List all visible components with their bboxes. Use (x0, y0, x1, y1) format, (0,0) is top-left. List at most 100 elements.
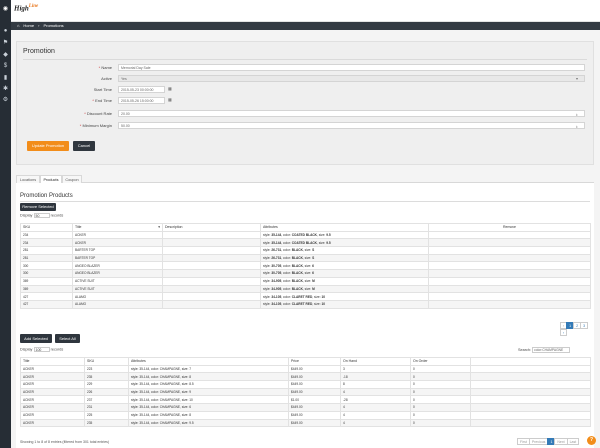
table-row[interactable]: 300 ANGEO BLAZER style: 30-705, color: BLA… (20, 269, 591, 278)
sort-icon[interactable]: ▾ (158, 225, 160, 229)
gear-icon[interactable]: ⚙ (2, 97, 9, 104)
table-row[interactable]: 427 ALAMO style: 34-105, color: CLARET RED… (20, 299, 591, 309)
add-selected-button[interactable]: Add Selected (20, 334, 52, 343)
spinner-icon[interactable]: ⇕ (575, 112, 578, 118)
home-icon[interactable]: ⌂ (17, 23, 19, 28)
action-cell[interactable] (470, 372, 591, 382)
attributes-cell: style: 35-144, color: CHAMPAGNE, size: 6 (128, 403, 289, 412)
table-row[interactable]: 369 ACTIVE SUIT style: 34-905, color: BLAC… (20, 284, 591, 294)
calendar-icon[interactable]: ▦ (168, 97, 172, 102)
logo[interactable]: HighLine (14, 4, 38, 12)
remove-cell[interactable] (428, 261, 591, 271)
table-row[interactable]: 427 ALAMO style: 34-105, color: CLARET RED… (20, 292, 591, 301)
column-header-attributes[interactable]: Attributes (260, 223, 429, 232)
dashboard-icon[interactable]: ◉ (2, 6, 9, 13)
table-row[interactable]: 300 ANGEO BLAZER style: 30-705, color: BLA… (20, 261, 591, 271)
title-cell: ACKER (20, 395, 85, 405)
table-row[interactable]: ACKER 235 style: 35-144, color: CHAMPAGNE,… (20, 418, 591, 428)
remove-cell[interactable] (428, 276, 591, 286)
column-header-sku[interactable]: SKU (20, 223, 73, 232)
description-cell (162, 238, 261, 248)
on-order-cell: 0 (410, 364, 471, 374)
column-header-on-order[interactable]: On Order (410, 357, 471, 366)
chart-icon[interactable]: ▮ (2, 75, 9, 82)
action-cell[interactable] (470, 387, 591, 397)
column-header-description[interactable]: Description (162, 223, 261, 232)
name-field[interactable]: Memorial Day Sale (118, 64, 585, 71)
column-header-remove[interactable]: Remove (428, 223, 591, 232)
dollar-icon[interactable]: $ (2, 63, 9, 70)
promotion-form: Promotion * Name Memorial Day Sale Activ… (16, 41, 594, 165)
remove-cell[interactable] (428, 230, 591, 240)
help-icon[interactable]: ? (587, 436, 596, 445)
remove-cell[interactable] (428, 299, 591, 309)
divider (20, 201, 590, 202)
minimum-margin-value: 50.00 (121, 124, 130, 128)
action-cell[interactable] (470, 403, 591, 412)
attributes-cell: style: 35-144, color: CHAMPAGNE, size: 7 (128, 364, 289, 374)
tag-icon[interactable]: ◆ (2, 52, 9, 59)
breadcrumb-home[interactable]: Home (23, 23, 34, 28)
remove-cell[interactable] (428, 253, 591, 263)
cancel-button[interactable]: Cancel (73, 141, 95, 151)
select-all-button[interactable]: Select All (55, 334, 80, 343)
column-header-attributes[interactable]: Attributes (128, 357, 289, 366)
settings-icon[interactable]: ✱ (2, 86, 9, 93)
table-row[interactable]: ACKER 223 style: 35-144, color: CHAMPAGNE,… (20, 364, 591, 374)
table-row[interactable]: 281 BARTER TOP style: 26-731, color: BLACK… (20, 253, 591, 263)
remove-cell[interactable] (428, 238, 591, 248)
active-select[interactable]: Yes ▾ (118, 75, 585, 82)
table-row[interactable]: ACKER 226 style: 35-144, color: CHAMPAGNE,… (20, 387, 591, 397)
spinner-icon[interactable]: ⇕ (575, 124, 578, 130)
action-cell[interactable] (470, 380, 591, 389)
remove-cell[interactable] (428, 246, 591, 255)
table-row[interactable]: 281 BARTER TOP style: 26-731, color: BLACK… (20, 246, 591, 255)
last-page-button[interactable]: Last (566, 438, 580, 445)
next-page-button[interactable]: › (560, 329, 568, 336)
page-3-button[interactable]: 3 (580, 322, 589, 329)
remove-selected-button[interactable]: Remove Selected (20, 203, 56, 211)
end-time-field[interactable]: 2015-05-26 15:00:00 (118, 97, 165, 104)
title-cell: BARTER TOP (72, 246, 163, 255)
table-row[interactable]: ACKER 229 style: 35-144, color: CHAMPAGNE,… (20, 380, 591, 389)
remove-cell[interactable] (428, 284, 591, 294)
search-input[interactable]: color:CHAMPAGNE (532, 347, 571, 353)
previous-page-button[interactable]: Previous (528, 438, 549, 445)
action-cell[interactable] (470, 410, 591, 420)
column-header-title[interactable]: Title ▾ (72, 223, 163, 232)
required-mark: * (92, 98, 94, 103)
action-cell[interactable] (470, 418, 591, 428)
users-icon[interactable]: ⚑ (2, 40, 9, 47)
column-header-sku[interactable]: SKU (84, 357, 129, 366)
color-value: BLACK (291, 248, 303, 253)
table-row[interactable]: 234 ACKER style: 35-144, color: COATED BLA… (20, 230, 591, 240)
table-row[interactable]: ACKER 237 style: 35-144, color: CHAMPAGNE,… (20, 395, 591, 405)
tab-coupon[interactable]: Coupon (62, 175, 82, 183)
discount-rate-field[interactable]: 20.00 ⇕ (118, 110, 585, 117)
table-row[interactable]: ACKER 235 style: 35-144, color: CHAMPAGNE,… (20, 372, 591, 382)
calendar-icon[interactable]: ▦ (168, 86, 172, 91)
remove-cell[interactable] (428, 292, 591, 301)
table-row[interactable]: ACKER 231 style: 35-144, color: CHAMPAGNE,… (20, 403, 591, 412)
start-time-field[interactable]: 2015-05-23 00:00:00 (118, 86, 165, 93)
action-cell[interactable] (470, 395, 591, 405)
column-header-on-hand[interactable]: On Hand (340, 357, 411, 366)
column-header-price[interactable]: Price (288, 357, 341, 366)
update-promotion-button[interactable]: Update Promotion (27, 141, 69, 151)
column-header-title[interactable]: Title (20, 357, 85, 366)
remove-cell[interactable] (428, 269, 591, 278)
tab-locations[interactable]: Locations (16, 175, 40, 183)
table-row[interactable]: 369 ACTIVE SUIT style: 34-905, color: BLAC… (20, 276, 591, 286)
start-time-label: Start Time (93, 87, 112, 92)
user-icon[interactable]: ● (2, 28, 9, 35)
action-cell[interactable] (470, 364, 591, 374)
title-cell: ALAMO (72, 292, 163, 301)
page-length-select[interactable]: 50 (33, 213, 50, 218)
minimum-margin-field[interactable]: 50.00 ⇕ (118, 122, 585, 129)
on-hand-cell: 4 (340, 403, 411, 412)
table-row[interactable]: ACKER 225 style: 35-144, color: CHAMPAGNE,… (20, 410, 591, 420)
column-header-action (470, 357, 591, 366)
style-value: 35-144 (271, 233, 282, 238)
table-row[interactable]: 234 ACKER style: 35-144, color: COATED BLA… (20, 238, 591, 248)
page-length-select[interactable]: 100 (33, 347, 50, 352)
